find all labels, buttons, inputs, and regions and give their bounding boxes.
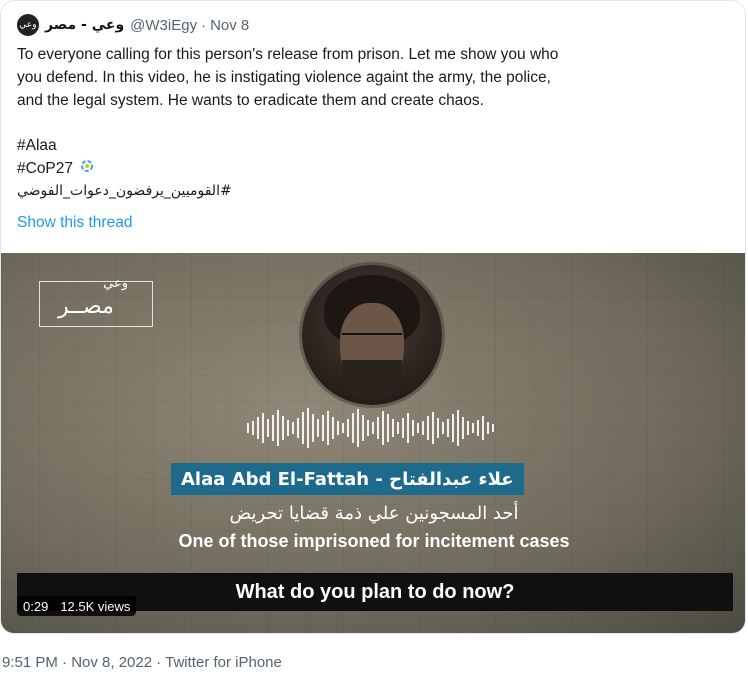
video-views: 12.5K views	[60, 598, 131, 614]
tweet-text: To everyone calling for this person's re…	[17, 43, 737, 203]
tweet-date[interactable]: Nov 8	[210, 17, 249, 34]
tweet-header: وعي وعي - مصر @W3iEgy · Nov 8	[17, 13, 249, 37]
channel-logo: وعي مصــر	[39, 276, 153, 327]
show-thread-link[interactable]: Show this thread	[17, 214, 132, 232]
tweet-card[interactable]: وعي وعي - مصر @W3iEgy · Nov 8 To everyon…	[0, 0, 746, 634]
arabic-subtitle: أحد المسجونين علي ذمة قضايا تحريض	[229, 503, 519, 524]
video-stats-badge: 0:29 12.5K views	[17, 596, 137, 616]
avatar[interactable]: وعي	[17, 14, 39, 36]
tweet-meta[interactable]: 9:51 PM · Nov 8, 2022 · Twitter for iPho…	[2, 654, 282, 671]
hashtag-cop27-text: #CoP27	[17, 160, 74, 177]
tweet-text-line: you defend. In this video, he is instiga…	[17, 69, 551, 86]
user-handle[interactable]: @W3iEgy	[130, 17, 197, 34]
english-subtitle: One of those imprisoned for incitement c…	[178, 531, 570, 551]
portrait-image	[302, 265, 442, 405]
logo-top-text: وعي	[103, 276, 128, 291]
name-banner: Alaa Abd El-Fattah - علاء عبدالفتاح	[171, 463, 524, 495]
hashtag-alaa[interactable]: #Alaa	[17, 134, 737, 157]
video-duration: 0:29	[23, 598, 49, 614]
hashtag-arabic[interactable]: #القوميين_يرفضون_دعوات_الفوضي	[17, 180, 737, 203]
caption-text: What do you plan to do now?	[235, 580, 515, 603]
display-name[interactable]: وعي - مصر	[45, 17, 124, 33]
separator: ·	[201, 16, 207, 34]
logo-main-text: مصــر	[58, 294, 114, 319]
audio-waveform-icon	[247, 403, 505, 453]
tweet-text-line: and the legal system. He wants to eradic…	[17, 92, 484, 109]
hashtag-cop27[interactable]: #CoP27	[17, 157, 737, 180]
tweet-text-line: To everyone calling for this person's re…	[17, 46, 559, 63]
cop27-emblem-icon	[80, 157, 94, 180]
video-player[interactable]: وعي مصــر Alaa Abd El-Fattah - علاء عبدا…	[1, 253, 745, 633]
